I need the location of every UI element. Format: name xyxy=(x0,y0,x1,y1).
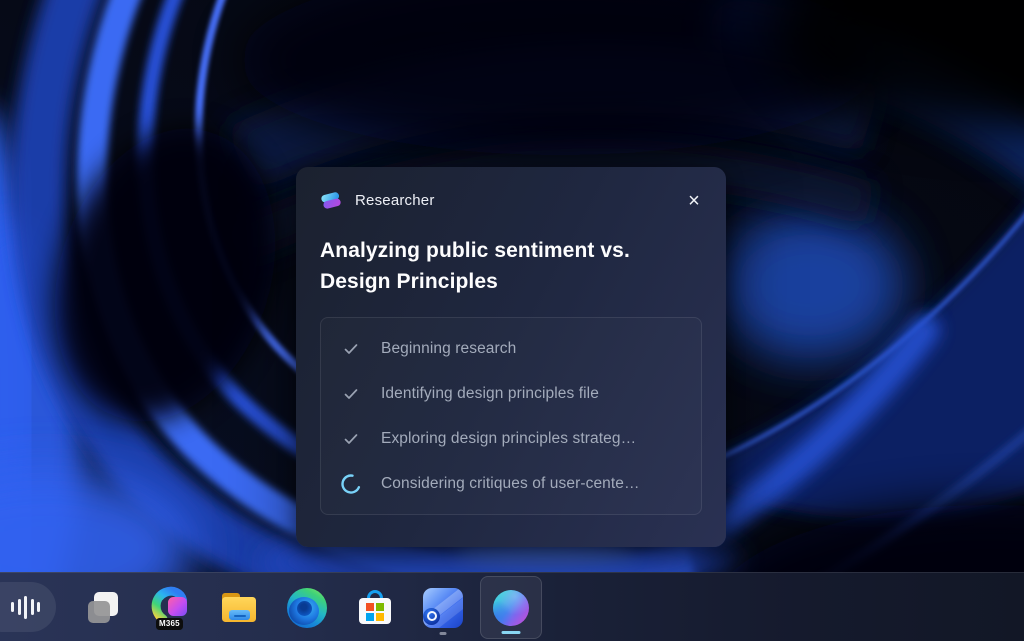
card-title-line2: Design Principles xyxy=(320,266,702,297)
taskbar-item-file-explorer[interactable] xyxy=(208,576,270,639)
store-icon xyxy=(355,588,395,628)
close-button[interactable]: × xyxy=(680,187,708,215)
researcher-logo-icon xyxy=(320,191,342,210)
task-view-icon xyxy=(85,590,121,626)
taskbar-item-m365-copilot[interactable]: M365 xyxy=(140,576,202,639)
m365-badge: M365 xyxy=(156,618,183,630)
step-row: Beginning research xyxy=(321,326,701,371)
check-icon xyxy=(342,340,360,358)
edge-icon xyxy=(287,588,327,628)
step-label: Beginning research xyxy=(381,340,516,358)
card-header: Researcher xyxy=(320,189,702,211)
step-label: Considering critiques of user-cente… xyxy=(381,475,640,493)
waveform-icon xyxy=(11,596,40,619)
m365-copilot-icon: M365 xyxy=(150,585,192,631)
copilot-icon xyxy=(493,590,529,626)
check-icon xyxy=(342,430,360,448)
taskbar-item-edge[interactable] xyxy=(276,576,338,639)
taskbar-item-microsoft-store[interactable] xyxy=(344,576,406,639)
step-status-iconwrap xyxy=(339,340,363,358)
taskbar-item-outlook[interactable] xyxy=(412,576,474,639)
running-indicator xyxy=(440,632,447,636)
taskbar-item-task-view[interactable] xyxy=(72,576,134,639)
step-row: Identifying design principles file xyxy=(321,371,701,416)
step-row: Considering critiques of user-cente… xyxy=(321,461,701,506)
progress-panel: Beginning research Identifying design pr… xyxy=(320,317,702,515)
outlook-icon xyxy=(423,588,463,628)
card-title: Analyzing public sentiment vs. Design Pr… xyxy=(320,235,702,297)
step-row: Exploring design principles strateg… xyxy=(321,416,701,461)
voice-activity-button[interactable] xyxy=(0,582,56,632)
step-label: Exploring design principles strateg… xyxy=(381,430,636,448)
card-title-line1: Analyzing public sentiment vs. xyxy=(320,235,702,266)
step-status-iconwrap xyxy=(339,473,363,495)
app-name: Researcher xyxy=(355,192,435,209)
desktop: Researcher × Analyzing public sentiment … xyxy=(0,0,1024,641)
taskbar: M365 xyxy=(0,572,1024,641)
active-indicator xyxy=(502,631,521,635)
step-label: Identifying design principles file xyxy=(381,385,599,403)
spinner-icon xyxy=(340,473,362,495)
taskbar-icons-row: M365 xyxy=(72,576,542,639)
check-icon xyxy=(342,385,360,403)
step-status-iconwrap xyxy=(339,385,363,403)
folder-icon xyxy=(219,588,259,628)
step-status-iconwrap xyxy=(339,430,363,448)
taskbar-item-copilot[interactable] xyxy=(480,576,542,639)
close-icon: × xyxy=(688,191,700,211)
researcher-card: Researcher × Analyzing public sentiment … xyxy=(296,167,726,547)
